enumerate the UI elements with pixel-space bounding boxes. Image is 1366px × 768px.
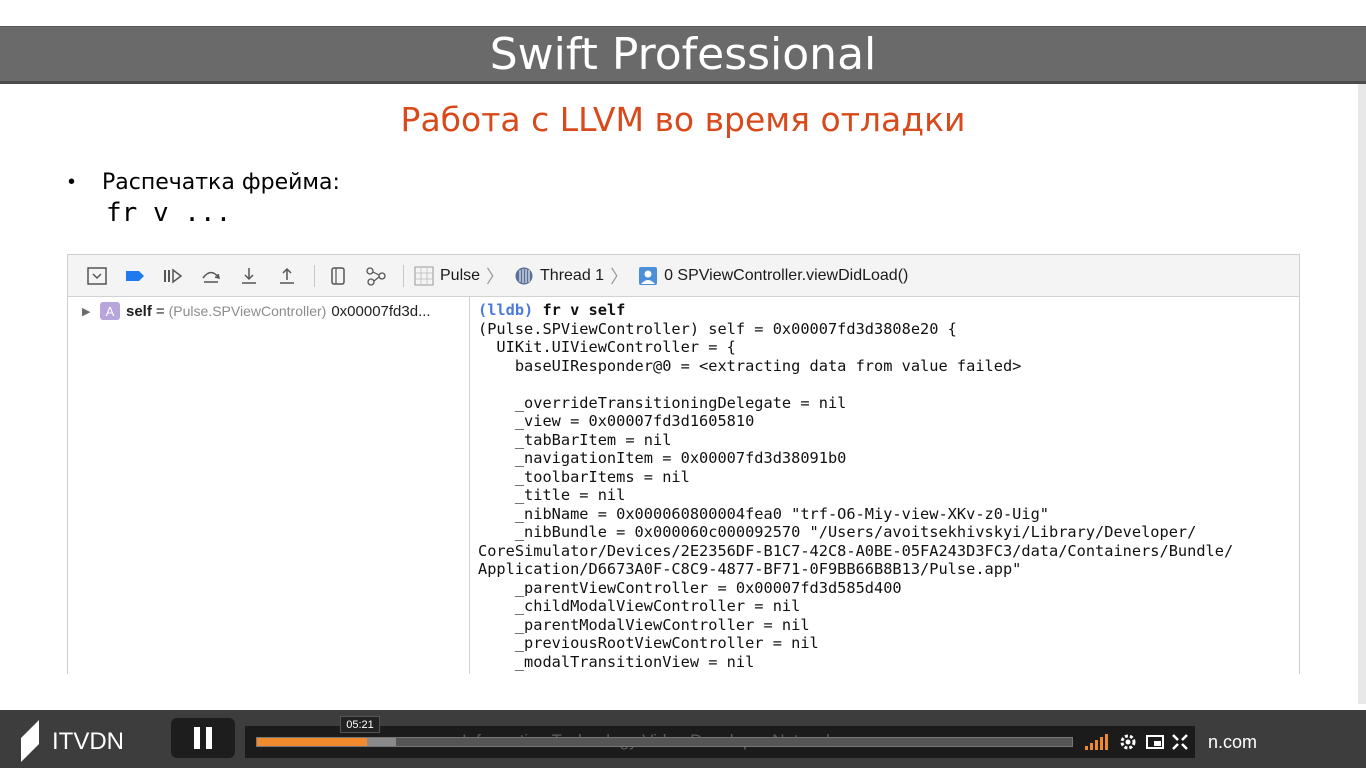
video-player-bar: ITVDN Information Technology Video Devel… [0, 710, 1366, 768]
console-line: _title = nil [478, 486, 626, 504]
itvdn-logo-text: ITVDN [52, 728, 124, 755]
side-scrollbar[interactable] [1358, 84, 1366, 704]
console-line: baseUIResponder@0 = <extracting data fro… [478, 356, 1022, 375]
slide-title: Swift Professional [489, 28, 877, 80]
lldb-console[interactable]: (lldb) fr v self (Pulse.SPViewController)… [478, 301, 1298, 674]
breadcrumb-frame-label: 0 SPViewController.viewDidLoad() [664, 266, 909, 284]
slide-title-bar: Swift Professional [0, 26, 1366, 84]
variable-equals: = [155, 302, 165, 320]
step-into-icon[interactable] [234, 263, 264, 289]
console-line: CoreSimulator/Devices/2E2356DF-B1C7-42C8… [478, 541, 1234, 560]
breadcrumb-thread-label: Thread 1 [540, 266, 605, 284]
app-icon [414, 266, 434, 286]
variable-name: self [126, 302, 152, 320]
pause-button[interactable] [171, 718, 235, 758]
fullscreen-icon[interactable] [1170, 732, 1190, 752]
progress-bar[interactable] [256, 737, 1073, 747]
step-out-icon[interactable] [272, 263, 302, 289]
current-time-tooltip: 05:21 [340, 716, 380, 733]
variable-type-badge: A [100, 302, 120, 320]
breadcrumb-thread[interactable]: Thread 1 〉 [514, 263, 628, 289]
chevron-right-icon: 〉 [610, 266, 629, 287]
console-line: _tabBarItem = nil [478, 430, 672, 449]
thread-icon [514, 266, 534, 286]
user-frame-icon [638, 266, 658, 286]
disclosure-triangle-icon[interactable]: ▶ [82, 305, 100, 318]
console-line: _nibBundle = 0x000060c000092570 "/Users/… [478, 523, 1197, 541]
pause-icon [191, 727, 215, 749]
settings-icon[interactable] [1118, 732, 1138, 752]
debug-toolbar: Pulse 〉 Thread 1 〉 0 SPViewController.vi… [68, 255, 1299, 297]
itvdn-logo-icon [21, 720, 39, 762]
console-output: (Pulse.SPViewController) self = 0x00007f… [478, 320, 1298, 672]
breadcrumb-app-label: Pulse [440, 266, 481, 284]
variables-view: ▶ A self = (Pulse.SPViewController) 0x00… [68, 297, 470, 674]
continue-icon[interactable] [158, 263, 188, 289]
console-line: _modalTransitionView = nil [478, 652, 755, 671]
pip-icon[interactable] [1145, 732, 1165, 752]
console-line: _view = 0x00007fd3d1605810 [478, 412, 755, 430]
variable-type: (Pulse.SPViewController) [168, 303, 327, 319]
breadcrumb-app[interactable]: Pulse 〉 [414, 263, 504, 289]
breadcrumb-frame[interactable]: 0 SPViewController.viewDidLoad() [638, 266, 908, 286]
lldb-command: fr v self [533, 301, 626, 319]
console-line: _nibName = 0x000060800004fea0 "trf-O6-Mi… [478, 504, 1049, 523]
console-line: _childModalViewController = nil [478, 597, 801, 615]
toolbar-divider [403, 264, 404, 287]
domain-text: n.com [1208, 732, 1258, 752]
played-progress [257, 738, 368, 746]
console-line: _previousRootViewController = nil [478, 634, 819, 652]
volume-icon[interactable] [1085, 734, 1110, 750]
view-debugger-icon[interactable] [323, 263, 353, 289]
chevron-right-icon: 〉 [486, 266, 505, 287]
console-line: UIKit.UIViewController = { [478, 338, 736, 356]
debugger-panel: Pulse 〉 Thread 1 〉 0 SPViewController.vi… [67, 254, 1300, 674]
console-line: (Pulse.SPViewController) self = 0x00007f… [478, 319, 957, 338]
step-over-icon[interactable] [196, 263, 226, 289]
toolbar-divider [314, 264, 315, 287]
command-example: fr v ... [106, 198, 232, 228]
slide-subtitle: Работа с LLVM во время отладки [400, 100, 966, 139]
console-line: _overrideTransitioningDelegate = nil [478, 393, 847, 412]
top-strip [0, 0, 1366, 26]
bullet-item: • Распечатка фрейма: [68, 170, 340, 195]
bullet-text: Распечатка фрейма: [102, 170, 340, 195]
variable-row[interactable]: ▶ A self = (Pulse.SPViewController) 0x00… [68, 297, 469, 325]
variable-value: 0x00007fd3d... [331, 302, 431, 320]
console-line: _toolbarItems = nil [478, 467, 690, 486]
console-line: Application/D6673A0F-C8C9-4877-BF71-0F9B… [478, 560, 1022, 578]
console-line: _parentViewController = 0x00007fd3d585d4… [478, 578, 902, 597]
bullet-dot: • [68, 171, 76, 193]
memory-graph-icon[interactable] [361, 263, 391, 289]
lldb-prompt: (lldb) [478, 301, 534, 319]
console-line: _navigationItem = 0x00007fd3d38091b0 [478, 449, 847, 467]
hide-debug-area-icon[interactable] [82, 263, 112, 289]
breakpoints-toggle-icon[interactable] [120, 263, 150, 289]
console-line: _parentModalViewController = nil [478, 615, 810, 634]
